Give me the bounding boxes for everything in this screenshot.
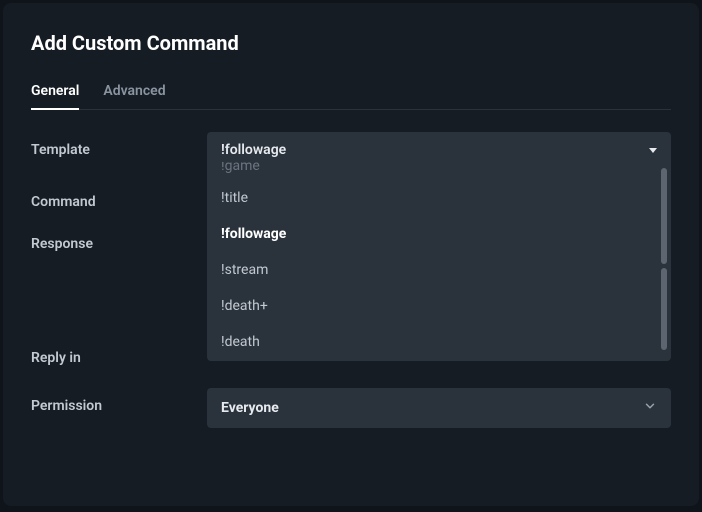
add-custom-command-modal: Add Custom Command General Advanced Temp… [3, 3, 699, 506]
scrollbar-thumb[interactable] [661, 268, 667, 350]
tabs: General Advanced [31, 83, 671, 110]
scrollbar-thumb[interactable] [661, 168, 667, 264]
template-option[interactable]: !death [207, 324, 671, 360]
caret-down-icon [649, 148, 657, 153]
template-option[interactable]: !death+ [207, 288, 671, 324]
template-option[interactable]: !game [207, 162, 671, 180]
template-option[interactable]: !title [207, 180, 671, 216]
tab-advanced[interactable]: Advanced [103, 83, 165, 109]
dropdown-scrollbar[interactable] [661, 168, 667, 355]
label-reply-in: Reply in [31, 346, 207, 366]
template-option[interactable]: !stream [207, 252, 671, 288]
row-permission: Permission Everyone [31, 388, 671, 428]
template-selected-value: !followage [221, 142, 286, 158]
label-response: Response [31, 226, 207, 252]
tab-general[interactable]: General [31, 83, 79, 109]
modal-title: Add Custom Command [31, 31, 671, 55]
permission-selected-value: Everyone [221, 400, 279, 416]
label-command: Command [31, 184, 207, 210]
row-template: Template !followage !game !title !follow… [31, 132, 671, 168]
permission-select[interactable]: Everyone [207, 388, 671, 428]
template-option[interactable]: !followage [207, 216, 671, 252]
template-dropdown: !game !title !followage !stream !death+ … [207, 162, 671, 361]
label-permission: Permission [31, 388, 207, 414]
label-template: Template [31, 132, 207, 158]
chevron-down-icon [643, 399, 657, 417]
